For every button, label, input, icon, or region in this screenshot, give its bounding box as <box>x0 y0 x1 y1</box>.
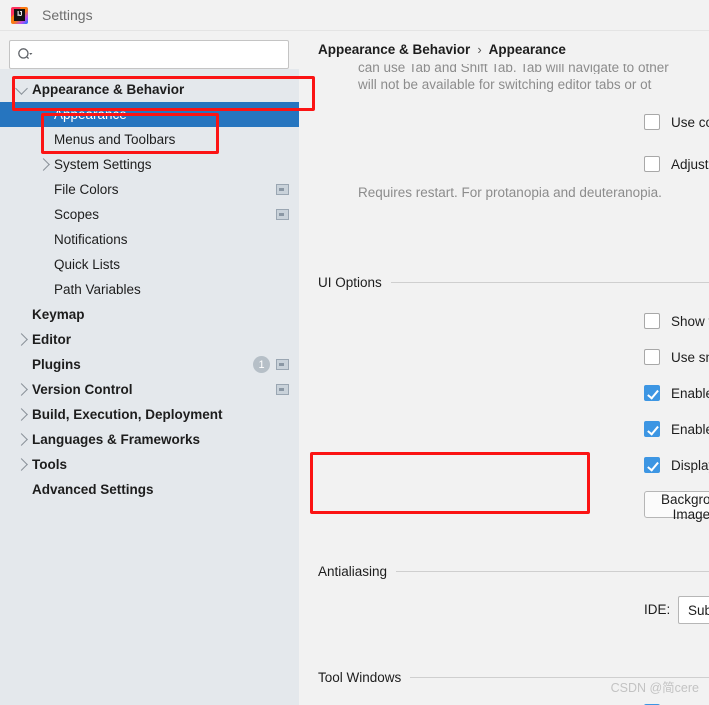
chevron-right-icon[interactable] <box>10 458 32 471</box>
chevron-right-icon: › <box>477 42 482 57</box>
sidebar-item-label: Scopes <box>54 207 100 222</box>
sidebar-item-label: Advanced Settings <box>32 482 154 497</box>
use-smaller-indents-checkbox[interactable] <box>644 349 660 365</box>
adjust-colors-description: Requires restart. For protanopia and deu… <box>358 185 662 200</box>
adjust-colors-checkbox[interactable] <box>644 156 660 172</box>
display-icons-menu-items-row[interactable]: Display icons in menu items <box>644 457 709 473</box>
antialiasing-title: Antialiasing <box>318 564 388 579</box>
project-level-settings-icon <box>276 359 289 370</box>
accessibility-description: will not be available for switching edit… <box>358 77 652 92</box>
sidebar-item-label: Notifications <box>54 232 128 247</box>
sidebar-item-file-colors[interactable]: File Colors <box>0 177 299 202</box>
chevron-right-icon[interactable] <box>10 333 32 346</box>
plugin-count-badge: 1 <box>253 356 270 373</box>
settings-body: Appearance & Behavior Appearance Menus and… <box>0 31 709 705</box>
use-smaller-indents-row[interactable]: Use smaller indents in trees <box>644 349 709 365</box>
chevron-down-icon[interactable] <box>10 81 32 95</box>
sidebar-item-label: Appearance <box>54 107 127 122</box>
project-level-settings-icon <box>276 384 289 395</box>
display-icons-menu-items-label: Display icons in menu items <box>671 457 709 473</box>
sidebar-item-label: File Colors <box>54 182 119 197</box>
settings-content: Appearance & Behavior › Appearance can u… <box>299 31 709 705</box>
sidebar-item-label: Quick Lists <box>54 257 121 272</box>
sidebar-item-advanced-settings[interactable]: Advanced Settings <box>0 477 299 502</box>
sidebar-item-label: System Settings <box>54 157 152 172</box>
show-tree-indent-guides-row[interactable]: Show tree indent guides <box>644 313 709 329</box>
sidebar-item-appearance[interactable]: Appearance <box>0 102 299 127</box>
sidebar-item-tools[interactable]: Tools <box>0 452 299 477</box>
sidebar-item-build-execution-deployment[interactable]: Build, Execution, Deployment <box>0 402 299 427</box>
enable-mnemonics-menu-row[interactable]: Enable mnemonics in menu <box>644 385 709 401</box>
search-input[interactable] <box>37 46 281 63</box>
breadcrumb-root[interactable]: Appearance & Behavior <box>318 42 470 57</box>
sidebar-item-notifications[interactable]: Notifications <box>0 227 299 252</box>
display-icons-menu-items-checkbox[interactable] <box>644 457 660 473</box>
settings-sidebar: Appearance & Behavior Appearance Menus and… <box>0 31 299 705</box>
tool-windows-title: Tool Windows <box>318 670 402 685</box>
breadcrumb: Appearance & Behavior › Appearance <box>318 42 566 57</box>
project-level-settings-icon <box>276 209 289 220</box>
use-smaller-indents-label: Use smaller indents in trees <box>671 349 709 365</box>
sidebar-item-plugins[interactable]: Plugins 1 <box>0 352 299 377</box>
sidebar-item-version-control[interactable]: Version Control <box>0 377 299 402</box>
sidebar-item-languages-frameworks[interactable]: Languages & Frameworks <box>0 427 299 452</box>
chevron-right-icon[interactable] <box>10 433 32 446</box>
ui-options-title: UI Options <box>318 275 382 290</box>
enable-mnemonics-controls-checkbox[interactable] <box>644 421 660 437</box>
sidebar-item-keymap[interactable]: Keymap <box>0 302 299 327</box>
sidebar-item-label: Tools <box>32 457 67 472</box>
settings-tree: Appearance & Behavior Appearance Menus and… <box>0 69 299 502</box>
settings-scroll-pane[interactable]: can use Tab and Shift Tab. Tab will navi… <box>299 64 709 705</box>
sidebar-item-label: Path Variables <box>54 282 141 297</box>
sidebar-item-system-settings[interactable]: System Settings <box>0 152 299 177</box>
ui-options-group-header: UI Options <box>318 275 709 290</box>
search-icon <box>17 47 33 63</box>
enable-mnemonics-controls-label: Enable mnemonics in controls <box>671 421 709 437</box>
ide-antialiasing-value: Subpixel <box>688 602 709 618</box>
ide-antialiasing-label: IDE: <box>644 602 671 617</box>
sidebar-item-label: Menus and Toolbars <box>54 132 176 147</box>
show-tree-indent-guides-label: Show tree indent guides <box>671 313 709 329</box>
sidebar-item-label: Appearance & Behavior <box>32 82 185 97</box>
show-tree-indent-guides-checkbox[interactable] <box>644 313 660 329</box>
chevron-right-icon[interactable] <box>10 383 32 396</box>
title-bar: Settings <box>0 0 709 31</box>
clipped-accessibility-line: can use Tab and Shift Tab. Tab will navi… <box>358 64 669 74</box>
sidebar-item-label: Version Control <box>32 382 133 397</box>
breadcrumb-current: Appearance <box>488 42 566 57</box>
background-image-button[interactable]: Background Image... <box>644 491 709 522</box>
sidebar-item-label: Plugins <box>32 357 81 372</box>
sidebar-item-label: Languages & Frameworks <box>32 432 201 447</box>
use-contrast-scrollbars-label: Use contrast scrollbars <box>671 114 709 130</box>
enable-mnemonics-menu-checkbox[interactable] <box>644 385 660 401</box>
sidebar-item-quick-lists[interactable]: Quick Lists <box>0 252 299 277</box>
enable-mnemonics-controls-row[interactable]: Enable mnemonics in controls <box>644 421 709 437</box>
sidebar-item-label: Build, Execution, Deployment <box>32 407 223 422</box>
intellij-idea-logo-icon <box>11 6 28 24</box>
sidebar-item-path-variables[interactable]: Path Variables <box>0 277 299 302</box>
search-area <box>0 31 299 69</box>
sidebar-item-label: Keymap <box>32 307 85 322</box>
sidebar-item-label: Editor <box>32 332 71 347</box>
chevron-right-icon[interactable] <box>32 158 54 171</box>
chevron-right-icon[interactable] <box>10 408 32 421</box>
window-title: Settings <box>42 7 93 23</box>
adjust-colors-label: Adjust colors for red-green vision defic… <box>671 156 709 172</box>
antialiasing-divider <box>396 571 709 572</box>
antialiasing-group-header: Antialiasing <box>318 564 709 579</box>
use-contrast-scrollbars-checkbox[interactable] <box>644 114 660 130</box>
ui-options-divider <box>390 282 709 283</box>
csdn-watermark: CSDN @简cere <box>610 681 699 695</box>
search-box[interactable] <box>9 40 289 69</box>
ide-antialiasing-select[interactable]: Subpixel <box>678 596 709 624</box>
project-level-settings-icon <box>276 184 289 195</box>
use-contrast-scrollbars-row[interactable]: Use contrast scrollbars <box>644 114 709 130</box>
sidebar-item-editor[interactable]: Editor <box>0 327 299 352</box>
sidebar-item-appearance-behavior[interactable]: Appearance & Behavior <box>0 77 299 102</box>
sidebar-item-scopes[interactable]: Scopes <box>0 202 299 227</box>
adjust-colors-row[interactable]: Adjust colors for red-green vision defic… <box>644 156 709 172</box>
enable-mnemonics-menu-label: Enable mnemonics in menu <box>671 385 709 401</box>
sidebar-item-menus-and-toolbars[interactable]: Menus and Toolbars <box>0 127 299 152</box>
